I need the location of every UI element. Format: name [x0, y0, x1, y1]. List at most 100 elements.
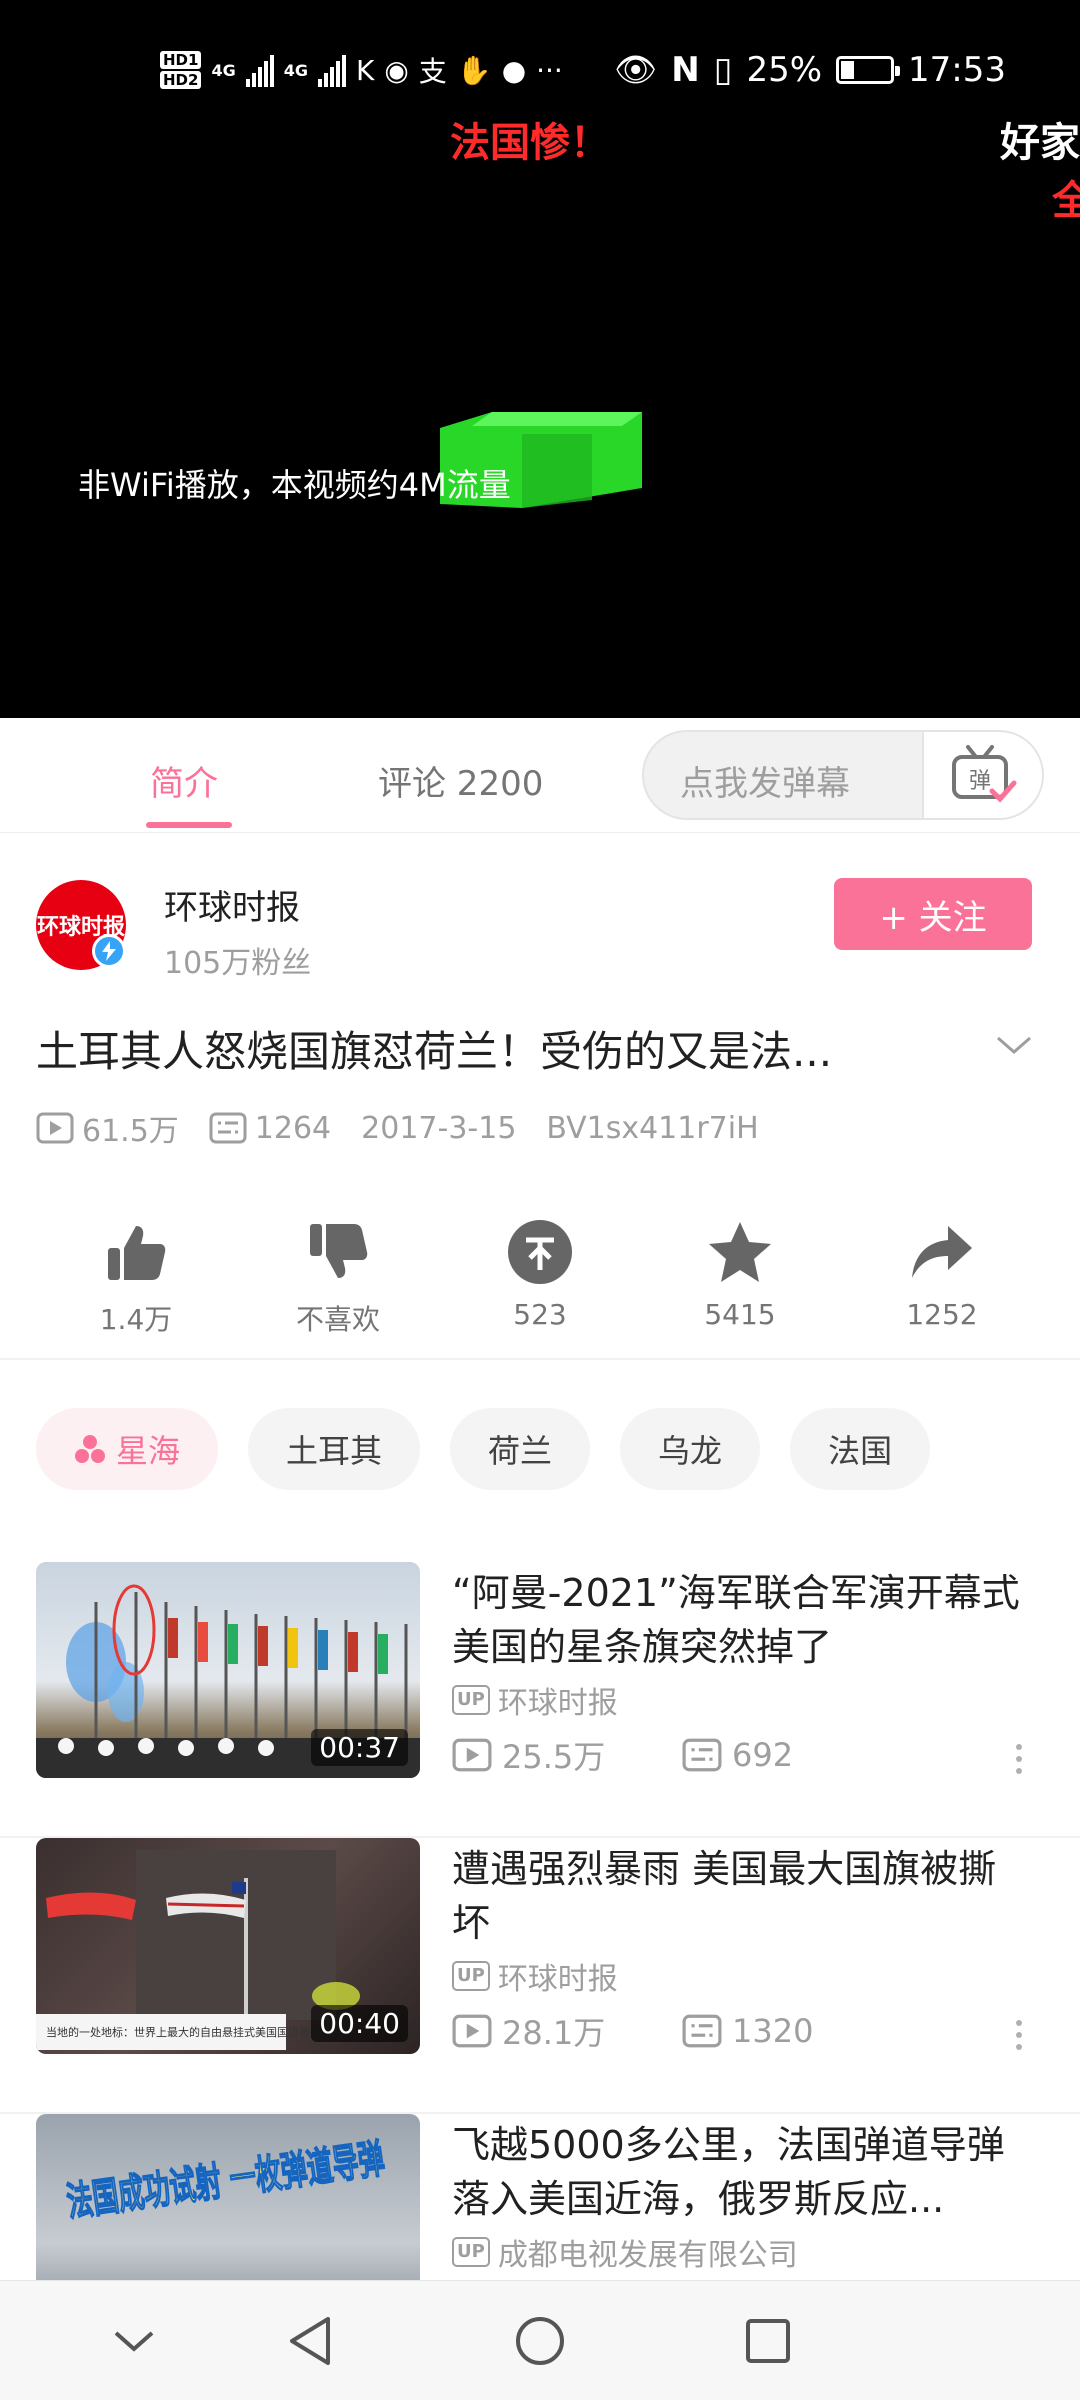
app-notification-icon-2: ◉	[384, 53, 409, 87]
share-button[interactable]: 1252	[862, 1212, 1022, 1331]
hide-keyboard-button[interactable]	[104, 2311, 164, 2371]
view-count: 61.5万	[36, 1106, 179, 1150]
tag[interactable]: 乌龙	[620, 1408, 761, 1490]
play-count-icon	[36, 1112, 74, 1144]
more-notifications-icon: ···	[536, 53, 563, 87]
coin-button[interactable]: 523	[460, 1212, 620, 1331]
video-duration: 00:37	[311, 1729, 408, 1766]
play-count-icon	[452, 1738, 492, 1772]
uploader-info: 环球时报 环球时报 105万粉丝 + 关注	[0, 834, 1080, 984]
signal-icon-2	[317, 53, 346, 87]
thumbs-down-icon	[310, 1224, 368, 1278]
danmaku-count-value: 692	[732, 1736, 794, 1774]
status-right: 👁 N ▯ 25% 17:53	[614, 40, 1006, 100]
publish-date: 2017-3-15	[361, 1110, 517, 1146]
favorite-count: 5415	[704, 1298, 776, 1331]
back-button[interactable]	[280, 2311, 340, 2371]
related-video-item[interactable]: 00:37 “阿曼-2021”海军联合军演开幕式 美国的星条旗突然掉了 UP 环…	[0, 1562, 1080, 1838]
network-4g-label-2: 4G	[283, 60, 308, 80]
tag[interactable]: 法国	[790, 1408, 931, 1490]
uploader-name: 成都电视发展有限公司	[497, 2238, 798, 2273]
data-usage-notice: 非WiFi播放，本视频约4M流量	[78, 466, 511, 504]
alipay-icon: 支	[418, 55, 447, 88]
danmaku-count-icon	[209, 1112, 247, 1144]
danmaku-tv-icon: 弹	[952, 745, 1017, 803]
view-count-value: 61.5万	[82, 1114, 179, 1149]
battery-percent: 25%	[746, 50, 823, 90]
active-tab-indicator	[146, 822, 232, 828]
danmaku-comment: 法国惨！	[450, 120, 610, 166]
hd-indicator: HD1 HD2	[160, 50, 202, 90]
tag-list: 星海 土耳其 荷兰 乌龙 法国	[36, 1408, 931, 1490]
message-icon: ●	[501, 53, 527, 87]
network-4g-label: 4G	[211, 60, 236, 80]
related-video-stats: 28.1万 1320	[452, 2008, 912, 2054]
more-options-icon[interactable]	[1016, 2020, 1024, 2056]
uploader-name[interactable]: 环球时报	[164, 880, 300, 929]
eye-icon: 👁	[614, 50, 658, 90]
hd1-label: HD1	[160, 51, 202, 69]
danmaku-comment: 全	[1052, 178, 1080, 224]
back-triangle-icon	[290, 2317, 330, 2365]
action-bar: 1.4万 不喜欢 523 5415 1252	[0, 1200, 1080, 1360]
home-button[interactable]	[510, 2311, 570, 2371]
status-bar: HD1 HD2 4G 4G K ◉ 支 ✋ ● ··· 👁 N ▯ 25% 17…	[0, 40, 1080, 100]
related-video-uploader: UP 成都电视发展有限公司	[452, 2230, 798, 2274]
coin-icon	[508, 1220, 572, 1284]
share-count: 1252	[906, 1298, 978, 1331]
video-thumbnail[interactable]: 当地的一处地标：世界上最大的自由悬挂式美国国旗被撕坏。 00:40	[36, 1838, 420, 2054]
coin-count: 523	[513, 1298, 567, 1331]
video-player[interactable]: HD1 HD2 4G 4G K ◉ 支 ✋ ● ··· 👁 N ▯ 25% 17…	[0, 0, 1080, 718]
tab-comments[interactable]: 评论 2200	[378, 756, 543, 805]
channel-icon	[75, 1435, 105, 1463]
hd2-label: HD2	[160, 71, 202, 89]
clock: 17:53	[908, 50, 1006, 90]
thumbnail-caption: 当地的一处地标：世界上最大的自由悬挂式美国国旗被撕坏。	[46, 2025, 343, 2039]
verified-badge-icon	[92, 934, 126, 968]
video-meta: 61.5万 1264 2017-3-15 BV1sx411r7iH	[36, 1106, 789, 1150]
favorite-button[interactable]: 5415	[660, 1212, 820, 1331]
tag-label: 星海	[116, 1432, 181, 1470]
related-video-uploader: UP 环球时报	[452, 1954, 618, 1998]
related-video-item[interactable]: 当地的一处地标：世界上最大的自由悬挂式美国国旗被撕坏。 00:40 遭遇强烈暴雨…	[0, 1838, 1080, 2114]
nfc-icon: N	[671, 50, 700, 90]
chevron-down-icon	[114, 2331, 154, 2352]
up-badge-icon: UP	[452, 1685, 490, 1715]
tag[interactable]: 荷兰	[450, 1408, 591, 1490]
danmaku-count-value: 1320	[732, 2012, 814, 2050]
tag-channel[interactable]: 星海	[36, 1408, 219, 1490]
related-video-title: “阿曼-2021”海军联合军演开幕式 美国的星条旗突然掉了	[452, 1571, 1020, 1669]
related-video-uploader: UP 环球时报	[452, 1678, 618, 1722]
view-count-value: 28.1万	[502, 2014, 606, 2052]
danmaku-count-icon	[682, 2014, 722, 2048]
dislike-button[interactable]: 不喜欢	[258, 1212, 418, 1338]
signal-icon	[245, 53, 274, 87]
vibrate-icon: ▯	[713, 50, 733, 90]
related-video-stats: 25.5万 692	[452, 1732, 912, 1778]
danmaku-count: 1264	[209, 1111, 331, 1146]
chevron-down-icon[interactable]	[994, 1030, 1034, 1060]
danmaku-count-icon	[682, 1738, 722, 1772]
video-title: 土耳其人怒烧国旗怼荷兰！受伤的又是法...	[36, 1027, 833, 1076]
tab-intro[interactable]: 简介	[150, 756, 218, 805]
danmaku-comment: 好家	[1000, 120, 1080, 166]
view-count-value: 25.5万	[502, 1738, 606, 1776]
thumbs-up-icon	[108, 1226, 166, 1280]
hand-icon: ✋	[456, 53, 492, 87]
share-icon	[912, 1226, 972, 1278]
danmaku-input[interactable]: 点我发弹幕 弹	[642, 730, 1044, 820]
thumbnail-overlay-text: 法国成功试射 一枚弹道导弹	[64, 2136, 387, 2226]
up-badge-icon: UP	[452, 2237, 490, 2267]
recents-button[interactable]	[738, 2311, 798, 2371]
like-count: 1.4万	[99, 1303, 173, 1336]
tag[interactable]: 土耳其	[248, 1408, 421, 1490]
video-thumbnail[interactable]: 00:37	[36, 1562, 420, 1778]
more-options-icon[interactable]	[1016, 1744, 1024, 1780]
play-count-icon	[452, 2014, 492, 2048]
detail-tab-bar: 简介 评论 2200 点我发弹幕 弹	[0, 718, 1080, 833]
like-button[interactable]: 1.4万	[56, 1212, 216, 1338]
home-circle-icon	[516, 2317, 564, 2365]
uploader-name: 环球时报	[497, 1686, 618, 1721]
danmaku-toggle-button[interactable]: 弹	[922, 732, 1042, 818]
follow-button[interactable]: + 关注	[834, 878, 1032, 950]
